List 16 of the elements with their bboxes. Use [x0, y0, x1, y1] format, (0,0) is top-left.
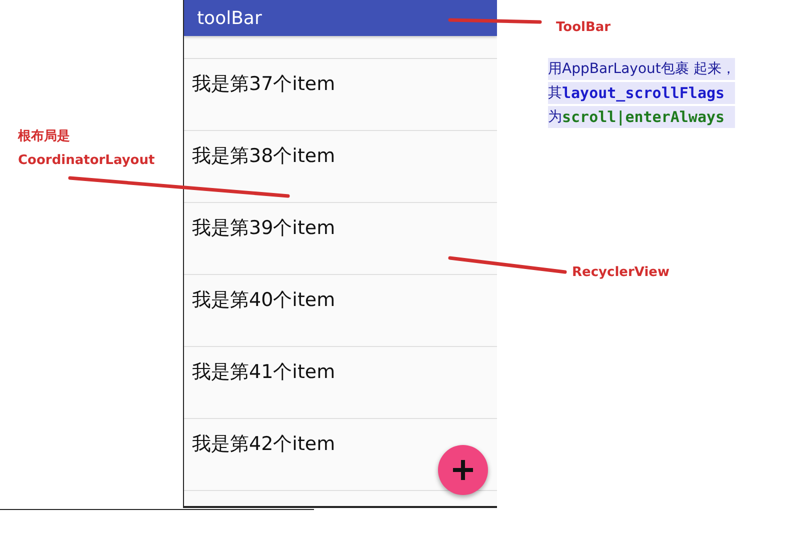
list-item[interactable]: 我是第38个item: [184, 131, 497, 203]
note-text: 用AppBarLayout包裹 起来，: [548, 60, 736, 79]
toolbar-title: toolBar: [184, 0, 497, 36]
annotation-label: 根布局是: [18, 128, 71, 145]
code-text: scroll|enterAlways: [562, 107, 725, 128]
list-item[interactable]: 我是第41个item: [184, 347, 497, 419]
annotation-label: RecyclerView: [572, 265, 670, 280]
annotation-label: CoordinatorLayout: [18, 153, 155, 168]
annotation-label: ToolBar: [556, 20, 611, 35]
list-item[interactable]: 我是第40个item: [184, 275, 497, 347]
code-text: layout_scrollFlags: [562, 83, 725, 104]
note-text: 其: [548, 84, 562, 103]
list-item[interactable]: 我是第37个item: [184, 59, 497, 131]
plus-icon: [452, 459, 474, 481]
list-item[interactable]: 我是第39个item: [184, 203, 497, 275]
note-text: 为: [548, 108, 562, 127]
